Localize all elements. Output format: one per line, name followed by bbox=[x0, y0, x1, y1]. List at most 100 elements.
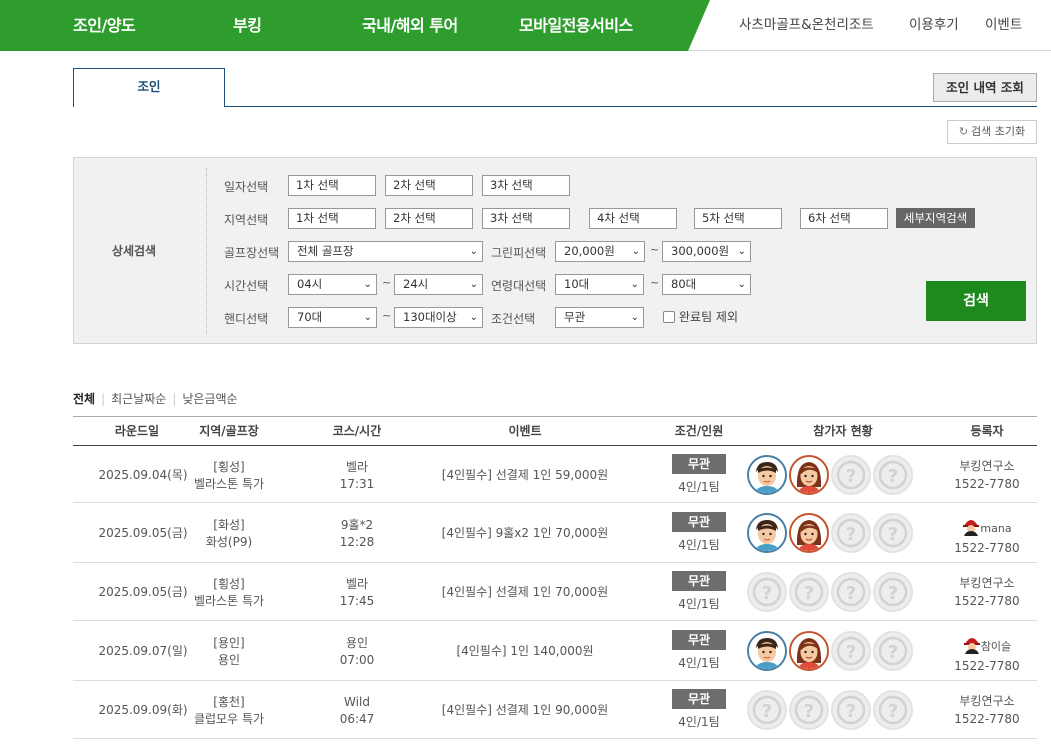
empty-slot-avatar[interactable]: ? bbox=[747, 690, 787, 730]
nav-events[interactable]: 이벤트 bbox=[985, 0, 1022, 51]
empty-slot-avatar[interactable]: ? bbox=[831, 572, 871, 612]
nav-satsuma-resort[interactable]: 사츠마골프&온천리조트 bbox=[739, 0, 874, 51]
table-row[interactable]: 2025.09.05(금) [화성] 화성(P9) 9홀*2 12:28 [4인필수] 9… bbox=[73, 503, 1037, 563]
age-from-select[interactable]: 10대 ⌄ bbox=[555, 274, 644, 295]
svg-text:?: ? bbox=[888, 642, 898, 663]
greenfee-from-select[interactable]: 20,000원 ⌄ bbox=[555, 241, 645, 262]
range-tilde: ~ bbox=[650, 276, 660, 289]
exclude-completed-label: 완료팀 제외 bbox=[679, 310, 739, 324]
golf-course: 화성(P9) bbox=[205, 535, 253, 549]
region-select-1[interactable]: 1차 선택 bbox=[288, 208, 376, 229]
search-button[interactable]: 검색 bbox=[926, 281, 1026, 321]
header-event: 이벤트 bbox=[508, 424, 542, 438]
chevron-down-icon: ⌄ bbox=[469, 312, 478, 323]
date-select-2[interactable]: 2차 선택 bbox=[385, 175, 473, 196]
tee-time: 06:47 bbox=[339, 712, 375, 726]
sort-all[interactable]: 전체 bbox=[73, 392, 95, 406]
region-select-6[interactable]: 6차 선택 bbox=[800, 208, 888, 229]
nav-join-transfer[interactable]: 조인/양도 bbox=[73, 0, 136, 51]
sort-recent[interactable]: 최근날짜순 bbox=[111, 392, 166, 406]
greenfee-to-select[interactable]: 300,000원 ⌄ bbox=[662, 241, 751, 262]
chevron-down-icon: ⌄ bbox=[469, 279, 478, 290]
region-select-4[interactable]: 4차 선택 bbox=[589, 208, 677, 229]
handicap-from-select[interactable]: 70대 ⌄ bbox=[288, 307, 377, 328]
empty-slot-avatar[interactable]: ? bbox=[831, 690, 871, 730]
registrant-name[interactable]: 부킹연구소 bbox=[959, 576, 1014, 590]
empty-slot-avatar[interactable]: ? bbox=[789, 572, 829, 612]
svg-text:?: ? bbox=[804, 583, 814, 604]
empty-slot-avatar[interactable]: ? bbox=[789, 690, 829, 730]
range-tilde: ~ bbox=[650, 243, 660, 256]
time-from-select[interactable]: 04시 ⌄ bbox=[288, 274, 377, 295]
tee-time: 07:00 bbox=[339, 653, 375, 667]
registrant-phone: 1522-7780 bbox=[954, 476, 1020, 491]
sort-tabs: 전체 | 최근날짜순 | 낮은금액순 bbox=[73, 390, 238, 407]
reset-search-button[interactable]: ↻ 검색 초기화 bbox=[947, 120, 1037, 144]
exclude-completed-checkbox[interactable] bbox=[663, 311, 675, 323]
exclude-completed-option[interactable]: 완료팀 제외 bbox=[663, 308, 738, 325]
female-participant-avatar[interactable] bbox=[789, 513, 829, 553]
empty-slot-avatar[interactable]: ? bbox=[831, 513, 871, 553]
table-header: 라운드일 지역/골프장 코스/시간 이벤트 조건/인원 참가자 현황 등록자 bbox=[73, 416, 1037, 446]
event-text: [4인필수] 선결제 1인 70,000원 bbox=[441, 585, 609, 599]
empty-slot-avatar[interactable]: ? bbox=[747, 572, 787, 612]
svg-text:?: ? bbox=[888, 466, 898, 487]
empty-slot-avatar[interactable]: ? bbox=[873, 690, 913, 730]
empty-slot-avatar[interactable]: ? bbox=[873, 454, 913, 495]
detail-region-search-button[interactable]: 세부지역검색 bbox=[896, 208, 975, 228]
registrant-phone: 1522-7780 bbox=[954, 541, 1020, 555]
divider bbox=[206, 168, 207, 334]
nav-tour[interactable]: 국내/해외 투어 bbox=[362, 0, 458, 51]
empty-slot-avatar[interactable]: ? bbox=[873, 513, 913, 553]
nav-booking[interactable]: 부킹 bbox=[233, 0, 262, 51]
nav-reviews[interactable]: 이용후기 bbox=[909, 0, 959, 51]
user-icon bbox=[963, 634, 981, 654]
event-text: [4인필수] 선결제 1인 59,000원 bbox=[441, 467, 609, 482]
registrant-name[interactable]: 부킹연구소 bbox=[959, 459, 1014, 473]
header-course-time: 코스/시간 bbox=[332, 424, 382, 438]
registrant-name-cell: mana bbox=[937, 516, 1037, 537]
join-history-button[interactable]: 조인 내역 조회 bbox=[933, 73, 1037, 102]
condition-badge: 무관 bbox=[672, 630, 726, 650]
region-select-3[interactable]: 3차 선택 bbox=[482, 208, 570, 229]
female-participant-avatar[interactable] bbox=[789, 631, 829, 671]
male-participant-avatar[interactable] bbox=[747, 631, 787, 671]
male-participant-avatar[interactable] bbox=[747, 454, 787, 495]
male-participant-avatar[interactable] bbox=[747, 513, 787, 553]
region-select-5[interactable]: 5차 선택 bbox=[694, 208, 782, 229]
table-row[interactable]: 2025.09.09(화) [홍천] 클럽모우 특가 Wild 06:47 [4인필수] … bbox=[73, 681, 1037, 739]
handicap-to-select[interactable]: 130대이상 ⌄ bbox=[394, 307, 483, 328]
region-select-2[interactable]: 2차 선택 bbox=[385, 208, 473, 229]
table-row[interactable]: 2025.09.07(일) [용인] 용인 용인 07:00 [4인필수] 1인 140,… bbox=[73, 621, 1037, 681]
registrant-name[interactable]: mana bbox=[980, 522, 1011, 535]
date-label: 일자선택 bbox=[224, 180, 269, 194]
date-select-3[interactable]: 3차 선택 bbox=[482, 175, 570, 196]
sort-low-price[interactable]: 낮은금액순 bbox=[182, 392, 237, 406]
course-select[interactable]: 전체 골프장 ⌄ bbox=[288, 241, 483, 262]
table-row[interactable]: 2025.09.04(목) [횡성] 벨라스톤 특가 벨라 17:31 [4인필수] 선결… bbox=[73, 446, 1037, 503]
age-to-select[interactable]: 80대 ⌄ bbox=[662, 274, 751, 295]
svg-text:?: ? bbox=[762, 701, 772, 722]
handicap-label: 핸디선택 bbox=[224, 312, 269, 326]
nav-mobile-service[interactable]: 모바일전용서비스 bbox=[519, 0, 633, 51]
empty-slot-avatar[interactable]: ? bbox=[873, 572, 913, 612]
chevron-down-icon: ⌄ bbox=[737, 246, 746, 257]
female-participant-avatar[interactable] bbox=[789, 454, 829, 495]
condition-select[interactable]: 무관 ⌄ bbox=[555, 307, 644, 328]
chevron-down-icon: ⌄ bbox=[631, 246, 640, 257]
table-row[interactable]: 2025.09.05(금) [횡성] 벨라스톤 특가 벨라 17:45 [4인필수] 선결… bbox=[73, 563, 1037, 621]
empty-slot-avatar[interactable]: ? bbox=[831, 454, 871, 495]
registrant-name[interactable]: 부킹연구소 bbox=[959, 694, 1014, 708]
condition-badge: 무관 bbox=[672, 689, 726, 709]
chevron-down-icon: ⌄ bbox=[630, 279, 639, 290]
tab-join[interactable]: 조인 bbox=[73, 68, 225, 107]
header-registrant: 등록자 bbox=[970, 424, 1004, 438]
time-to-select[interactable]: 24시 ⌄ bbox=[394, 274, 483, 295]
golf-course: 벨라스톤 특가 bbox=[193, 476, 265, 491]
registrant-name[interactable]: 참이슬 bbox=[981, 640, 1011, 653]
empty-slot-avatar[interactable]: ? bbox=[831, 631, 871, 671]
svg-text:?: ? bbox=[888, 701, 898, 722]
refresh-icon: ↻ bbox=[958, 125, 969, 138]
date-select-1[interactable]: 1차 선택 bbox=[288, 175, 376, 196]
empty-slot-avatar[interactable]: ? bbox=[873, 631, 913, 671]
